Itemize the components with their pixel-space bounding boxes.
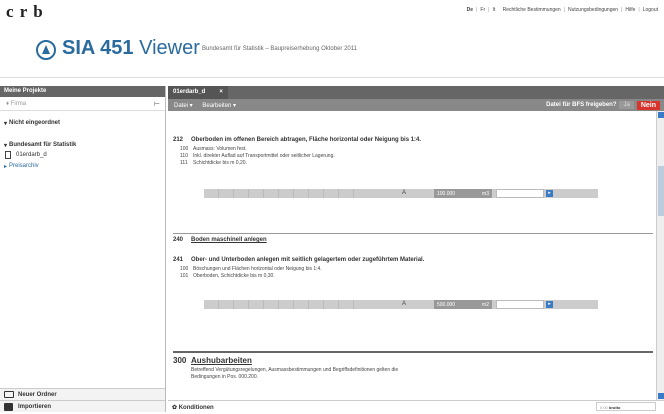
pos-title: Oberboden im offenen Bereich abtragen, F… — [191, 137, 422, 143]
sidebar-item-bfs[interactable]: ▾ Bundesamt für Statistik — [0, 142, 165, 149]
quantity-value: 100.000 m3 — [434, 189, 492, 198]
file-icon — [5, 151, 11, 159]
chapter-title: Aushubarbeiten — [191, 356, 252, 365]
lang-fr-link[interactable]: Fr — [480, 7, 485, 13]
folder-icon — [4, 391, 14, 398]
tab-bar: 01erdarb_d × — [168, 86, 664, 99]
scroll-thumb[interactable] — [658, 166, 664, 216]
pos-sub: 101 Oberboden, Schichtdicke bis m 0,30. — [180, 273, 275, 279]
import-icon — [4, 403, 13, 411]
top-bar: c r b De | Fr | It Rechtliche Bestimmungen… — [0, 0, 664, 24]
quantity-value: 500.000 m2 — [434, 300, 492, 309]
main-panel: 01erdarb_d × Datei ▾ Bearbeiten ▾ Datei f… — [168, 86, 664, 412]
menu-edit[interactable]: Bearbeiten ▾ — [202, 103, 236, 109]
app-subtitle: Bundesamt für Statistik – Baupreiserhebu… — [202, 46, 357, 52]
pos-title: Boden maschinell anlegen — [191, 237, 267, 243]
pos-sub: 100 Böschungen und Flächen horizontal ode… — [180, 266, 322, 272]
divider — [173, 233, 653, 234]
ifs-question: Datei für BFS freigeben? — [546, 102, 617, 108]
new-folder-button[interactable]: Neuer Ordner — [0, 388, 165, 400]
import-button[interactable]: Importieren — [0, 400, 165, 412]
legal-link[interactable]: Rechtliche Bestimmungen — [503, 7, 561, 13]
top-links: De | Fr | It Rechtliche Bestimmungen | Nutz… — [466, 7, 658, 13]
go-arrow-icon[interactable]: ▸ — [546, 301, 553, 308]
ja-button[interactable]: Ja — [619, 101, 634, 109]
lang-it-link[interactable]: It — [492, 7, 495, 13]
sidebar-item-unassigned[interactable]: ▾ Nicht eingeordnet — [0, 120, 165, 127]
sidebar: Meine Projekte ♦ Firma ⊢ ▾ Nicht eingeord… — [0, 86, 166, 412]
sidebar-item-archive[interactable]: ▸ Preisarchiv — [0, 163, 165, 170]
unit-price-input[interactable] — [496, 189, 544, 198]
chapter-number: 300 — [173, 356, 187, 365]
terms-link[interactable]: Nutzungsbedingungen — [568, 7, 618, 13]
chapter-text: Betreffend Vergütungsregelungen, Ausmass… — [191, 367, 399, 373]
price-letter: A — [402, 301, 407, 307]
vertical-scrollbar[interactable] — [656, 111, 664, 400]
pos-sub: 100 Ausmass: Volumen fest. — [180, 146, 247, 152]
scroll-down-icon[interactable] — [658, 393, 664, 399]
sia-logo-icon — [36, 40, 56, 60]
menu-bar: Datei ▾ Bearbeiten ▾ Datei für BFS freig… — [168, 99, 664, 111]
ifs-share-group: Datei für BFS freigeben? Ja Nein — [546, 99, 660, 111]
pos-number: 240 — [173, 237, 184, 243]
pin-icon[interactable]: ⊢ — [154, 100, 160, 108]
price-row: A 100.000 m3 ▸ — [204, 189, 598, 198]
pos-number: 241 — [173, 257, 184, 263]
total-box: 0.00 brutto — [596, 402, 656, 411]
document-content: 212 Oberboden im offenen Bereich abtrage… — [168, 111, 656, 400]
crb-logo: c r b — [6, 2, 44, 21]
price-row: A 500.000 m2 ▸ — [204, 300, 598, 309]
sidebar-heading: Meine Projekte — [0, 86, 165, 97]
logout-link[interactable]: Logout — [643, 7, 658, 13]
unit-price-input[interactable] — [496, 300, 544, 309]
close-icon[interactable]: × — [219, 89, 223, 95]
pos-sub: 110 Inkl. direkter Auflad auf Transportmi… — [180, 153, 335, 159]
app-title: SIA 451 Viewer — [62, 37, 200, 59]
go-arrow-icon[interactable]: ▸ — [546, 190, 553, 197]
pos-number: 212 — [173, 137, 184, 143]
pos-title: Ober- und Unterboden anlegen mit seitlic… — [191, 257, 425, 263]
lang-de-link[interactable]: De — [467, 7, 473, 13]
app-header: SIA 451 Viewer Bundesamt für Statistik –… — [0, 26, 664, 78]
help-link[interactable]: Hilfe — [625, 7, 635, 13]
price-letter: A — [402, 190, 407, 196]
tab-file[interactable]: 01erdarb_d × — [168, 86, 228, 99]
scroll-up-icon[interactable] — [658, 112, 664, 118]
chapter-text: Bedingungen in Pos. 000.200. — [191, 374, 258, 380]
conditions-button[interactable]: ✿ Konditionen — [172, 404, 214, 411]
menu-file[interactable]: Datei ▾ — [174, 103, 193, 109]
nein-button[interactable]: Nein — [636, 100, 660, 110]
search-placeholder: ♦ Firma — [6, 101, 27, 107]
sidebar-file[interactable]: 01erdarb_d — [0, 151, 165, 159]
firm-search[interactable]: ♦ Firma ⊢ — [0, 97, 165, 111]
footer-bar: ✿ Konditionen 0.00 brutto — [168, 400, 664, 412]
pos-sub: 111 Schichtdicke bis m 0,20. — [180, 160, 247, 166]
divider — [173, 351, 653, 353]
